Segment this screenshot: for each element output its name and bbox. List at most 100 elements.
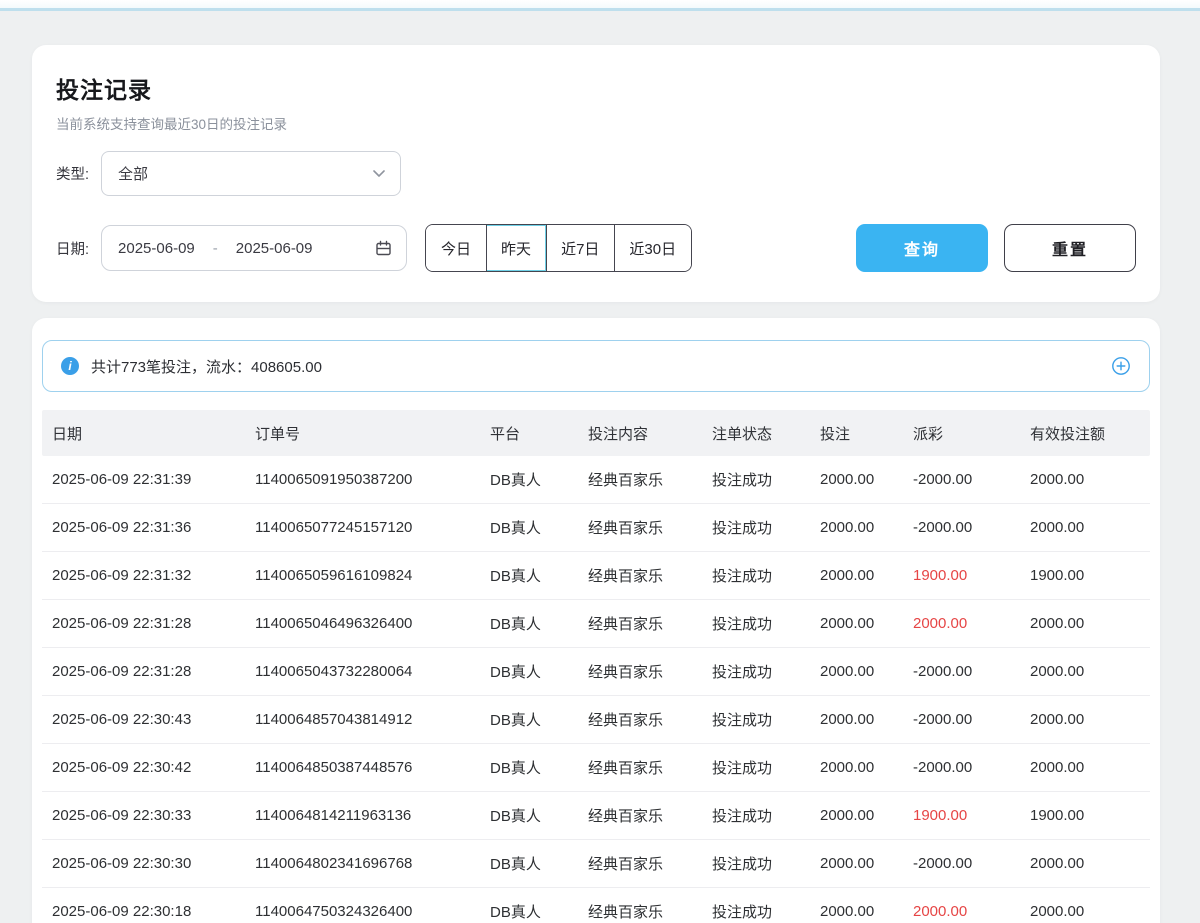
cell-content: 经典百家乐	[578, 565, 702, 586]
cell-date: 2025-06-09 22:30:43	[42, 711, 245, 728]
chevron-down-icon	[372, 169, 386, 178]
column-header-platform: 平台	[480, 423, 578, 444]
cell-date: 2025-06-09 22:31:32	[42, 567, 245, 584]
cell-content: 经典百家乐	[578, 757, 702, 778]
quick-range-30days[interactable]: 近30日	[614, 225, 691, 271]
date-filter-row: 日期: 2025-06-09 - 2025-06-09 今日 昨天 近7日 近3…	[56, 224, 1136, 272]
table-row: 2025-06-09 22:30:30 1140064802341696768 …	[42, 840, 1150, 888]
cell-valid-bet: 2000.00	[1020, 903, 1150, 920]
type-select-value: 全部	[118, 163, 148, 184]
page-subtitle: 当前系统支持查询最近30日的投注记录	[56, 113, 1136, 133]
cell-content: 经典百家乐	[578, 709, 702, 730]
cell-order-no: 1140065043732280064	[245, 663, 480, 680]
cell-order-no: 1140064850387448576	[245, 759, 480, 776]
cell-order-no: 1140064857043814912	[245, 711, 480, 728]
calendar-icon[interactable]	[375, 240, 392, 257]
cell-bet: 2000.00	[810, 471, 903, 488]
table-row: 2025-06-09 22:30:43 1140064857043814912 …	[42, 696, 1150, 744]
cell-status: 投注成功	[702, 757, 810, 778]
cell-bet: 2000.00	[810, 903, 903, 920]
date-range-input[interactable]: 2025-06-09 - 2025-06-09	[101, 225, 407, 271]
cell-valid-bet: 1900.00	[1020, 807, 1150, 824]
table-body: 2025-06-09 22:31:39 1140065091950387200 …	[42, 456, 1150, 923]
cell-status: 投注成功	[702, 517, 810, 538]
date-separator: -	[213, 240, 218, 257]
type-select[interactable]: 全部	[101, 151, 401, 196]
cell-content: 经典百家乐	[578, 901, 702, 922]
cell-date: 2025-06-09 22:31:39	[42, 471, 245, 488]
summary-text: 共计773笔投注，流水：408605.00	[91, 356, 322, 377]
cell-status: 投注成功	[702, 613, 810, 634]
cell-bet: 2000.00	[810, 855, 903, 872]
cell-bet: 2000.00	[810, 519, 903, 536]
table-row: 2025-06-09 22:31:39 1140065091950387200 …	[42, 456, 1150, 504]
cell-date: 2025-06-09 22:30:30	[42, 855, 245, 872]
cell-status: 投注成功	[702, 469, 810, 490]
cell-valid-bet: 2000.00	[1020, 471, 1150, 488]
cell-bet: 2000.00	[810, 615, 903, 632]
cell-platform: DB真人	[480, 517, 578, 538]
cell-payout: 1900.00	[903, 567, 1020, 584]
cell-content: 经典百家乐	[578, 805, 702, 826]
date-start-value: 2025-06-09	[118, 240, 195, 257]
column-header-status: 注单状态	[702, 423, 810, 444]
column-header-order-no: 订单号	[245, 423, 480, 444]
cell-bet: 2000.00	[810, 567, 903, 584]
cell-bet: 2000.00	[810, 711, 903, 728]
table-row: 2025-06-09 22:30:33 1140064814211963136 …	[42, 792, 1150, 840]
cell-platform: DB真人	[480, 565, 578, 586]
cell-order-no: 1140065059616109824	[245, 567, 480, 584]
cell-platform: DB真人	[480, 853, 578, 874]
cell-valid-bet: 2000.00	[1020, 615, 1150, 632]
cell-date: 2025-06-09 22:31:36	[42, 519, 245, 536]
table-header-row: 日期 订单号 平台 投注内容 注单状态 投注 派彩 有效投注额	[42, 410, 1150, 456]
quick-range-7days[interactable]: 近7日	[546, 225, 614, 271]
quick-range-group: 今日 昨天 近7日 近30日	[425, 224, 692, 272]
cell-valid-bet: 2000.00	[1020, 663, 1150, 680]
cell-payout: -2000.00	[903, 663, 1020, 680]
filter-card: 投注记录 当前系统支持查询最近30日的投注记录 类型: 全部 日期: 2025-…	[32, 45, 1160, 302]
cell-platform: DB真人	[480, 805, 578, 826]
table-row: 2025-06-09 22:30:42 1140064850387448576 …	[42, 744, 1150, 792]
reset-button[interactable]: 重置	[1004, 224, 1136, 272]
cell-bet: 2000.00	[810, 807, 903, 824]
cell-payout: 1900.00	[903, 807, 1020, 824]
cell-content: 经典百家乐	[578, 613, 702, 634]
cell-bet: 2000.00	[810, 759, 903, 776]
info-icon: i	[61, 357, 79, 375]
table-row: 2025-06-09 22:31:36 1140065077245157120 …	[42, 504, 1150, 552]
cell-payout: -2000.00	[903, 759, 1020, 776]
cell-date: 2025-06-09 22:30:42	[42, 759, 245, 776]
quick-range-yesterday[interactable]: 昨天	[486, 225, 546, 271]
cell-order-no: 1140065077245157120	[245, 519, 480, 536]
quick-range-today[interactable]: 今日	[426, 225, 486, 271]
cell-status: 投注成功	[702, 805, 810, 826]
cell-date: 2025-06-09 22:31:28	[42, 615, 245, 632]
cell-payout: -2000.00	[903, 519, 1020, 536]
query-button[interactable]: 查询	[856, 224, 988, 272]
cell-order-no: 1140065091950387200	[245, 471, 480, 488]
date-label: 日期:	[56, 238, 89, 259]
cell-content: 经典百家乐	[578, 853, 702, 874]
cell-status: 投注成功	[702, 565, 810, 586]
date-end-value: 2025-06-09	[236, 240, 313, 257]
cell-platform: DB真人	[480, 709, 578, 730]
column-header-date: 日期	[42, 423, 245, 444]
cell-payout: -2000.00	[903, 855, 1020, 872]
column-header-content: 投注内容	[578, 423, 702, 444]
cell-valid-bet: 2000.00	[1020, 759, 1150, 776]
column-header-payout: 派彩	[903, 423, 1020, 444]
filter-actions: 查询 重置	[856, 224, 1136, 272]
plus-circle-icon[interactable]	[1111, 356, 1131, 376]
cell-order-no: 1140064802341696768	[245, 855, 480, 872]
cell-content: 经典百家乐	[578, 661, 702, 682]
cell-payout: -2000.00	[903, 711, 1020, 728]
cell-platform: DB真人	[480, 757, 578, 778]
type-label: 类型:	[56, 163, 89, 184]
cell-order-no: 1140064814211963136	[245, 807, 480, 824]
cell-valid-bet: 1900.00	[1020, 567, 1150, 584]
cell-status: 投注成功	[702, 709, 810, 730]
column-header-bet: 投注	[810, 423, 903, 444]
cell-status: 投注成功	[702, 853, 810, 874]
table-row: 2025-06-09 22:30:18 1140064750324326400 …	[42, 888, 1150, 923]
